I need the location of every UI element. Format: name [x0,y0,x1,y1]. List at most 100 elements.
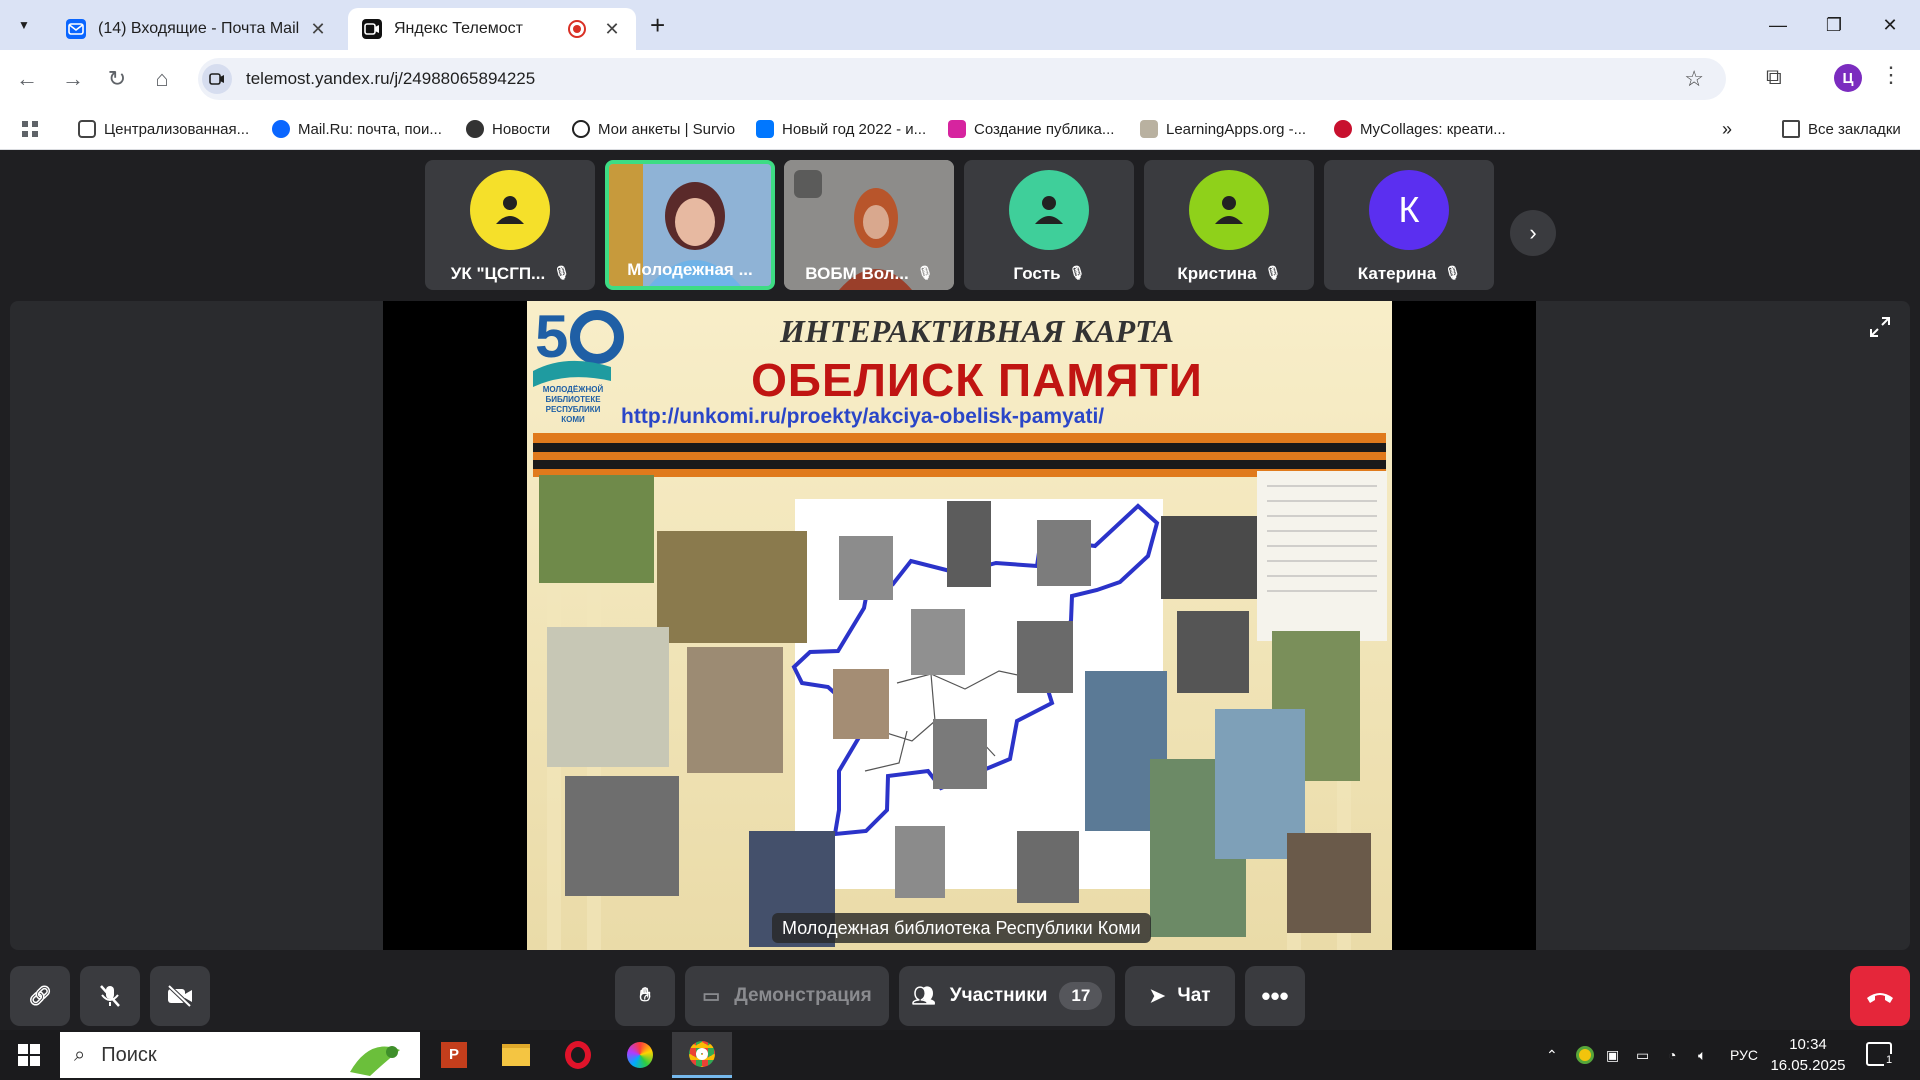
bookmark-item[interactable]: Централизованная... [78,116,249,142]
participant-tile[interactable]: ВОБМ Вол... 🎙︎ [784,160,954,290]
back-arrow-icon[interactable]: ← [10,62,44,96]
bookmarks-bar: Централизованная... Mail.Ru: почта, пои.… [0,108,1920,150]
bookmark-item[interactable]: Создание публика... [948,116,1114,142]
forward-arrow-icon[interactable]: → [56,62,90,96]
camera-off-button[interactable] [150,966,210,1026]
tab-title: Яндекс Телемост [394,20,523,37]
participants-button[interactable]: 👥︎ Участники 17 [899,966,1115,1026]
home-icon[interactable]: ⌂ [145,62,179,96]
taskbar-clock[interactable]: 10:34 16.05.2025 [1768,1034,1848,1076]
mic-off-button[interactable] [80,966,140,1026]
more-bookmarks-icon[interactable]: » [1722,116,1732,142]
chrome-icon[interactable] [672,1032,732,1078]
bookmark-item[interactable]: Новости [466,116,550,142]
new-tab-plus-icon[interactable]: + [650,10,665,41]
slide-title-main: ОБЕЛИСК ПАМЯТИ [751,354,1203,406]
browser-menu-icon[interactable]: ⋮ [1880,62,1902,88]
hangup-button[interactable] [1850,966,1910,1026]
participants-count: 17 [1059,982,1103,1010]
participant-name: ВОБМ Вол... [805,264,909,283]
participant-name: Гость [1013,264,1061,283]
bookmark-item[interactable]: MyCollages: креати... [1334,116,1506,142]
close-tab-icon[interactable]: ✕ [602,19,622,40]
windows-start-icon[interactable] [18,1044,40,1066]
screen-share-icon: ▭ [702,985,721,1007]
bookmark-item[interactable]: Новый год 2022 - и... [756,116,926,142]
logo-caption: МОЛОДЁЖНОЙ БИБЛИОТЕКЕ РЕСПУБЛИКИ КОМИ [542,385,604,424]
slide-title-top: ИНТЕРАКТИВНАЯ КАРТА [780,313,1174,349]
phone-hangup-icon [1867,993,1893,1003]
minimize-icon[interactable]: — [1750,0,1806,50]
language-indicator[interactable]: РУС [1730,1030,1758,1080]
browser-toolbar: ← → ↻ ⌂ telemost.yandex.ru/j/24988065894… [0,50,1920,108]
extensions-puzzle-icon[interactable]: ⧉ [1766,64,1782,90]
participant-tile[interactable]: Кристина 🎙︎ [1144,160,1314,290]
bookmark-item[interactable]: LearningApps.org -... [1140,116,1306,142]
address-bar[interactable]: telemost.yandex.ru/j/24988065894225 ☆ [198,58,1726,100]
chevron-right-icon[interactable]: › [1510,210,1556,256]
link-icon[interactable]: 🔗︎ [10,966,70,1026]
book-icon [78,120,96,138]
apps-grid-icon[interactable] [20,116,40,142]
folder-icon [1782,120,1800,138]
close-window-icon[interactable]: ✕ [1862,0,1918,50]
all-bookmarks[interactable]: Все закладки [1782,116,1901,142]
screen-share-area: 5 МОЛОДЁЖНОЙ БИБЛИОТЕКЕ РЕСПУБЛИКИ КОМИ … [10,301,1910,950]
tab-telemost[interactable]: Яндекс Телемост ✕ [348,8,636,50]
clock-date: 16.05.2025 [1770,1057,1846,1074]
instagram-icon [948,120,966,138]
demo-button[interactable]: ▭ Демонстрация [685,966,889,1026]
raise-hand-button[interactable]: ✋︎ [615,966,675,1026]
volume-icon[interactable]: 🔈︎ [1698,1030,1706,1080]
file-explorer-icon[interactable] [486,1032,546,1078]
tab-title: (14) Входящие - Почта Mail [98,20,300,37]
reload-icon[interactable]: ↻ [100,62,134,96]
close-tab-icon[interactable]: ✕ [308,19,328,40]
chat-send-icon: ➤ [1149,985,1166,1007]
mic-off-icon: 🎙︎ [1068,265,1086,280]
participant-tile[interactable]: Молодежная ... [605,160,775,290]
presentation-slide: 5 МОЛОДЁЖНОЙ БИБЛИОТЕКЕ РЕСПУБЛИКИ КОМИ … [527,301,1392,950]
bookmark-star-icon[interactable]: ☆ [1684,66,1704,92]
colorful-app-icon[interactable] [610,1032,670,1078]
chat-button[interactable]: ➤ Чат [1125,966,1235,1026]
site-info-icon[interactable] [202,64,232,94]
browser-tab-strip: ▼ (14) Входящие - Почта Mail ✕ Яндекс Те… [0,0,1920,50]
clock-time: 10:34 [1789,1036,1827,1053]
call-controls: 🔗︎ ✋︎ ▭ Демонстрация 👥︎ Участники 17 ➤ Ч… [0,958,1920,1030]
tray-chevron-up-icon[interactable]: ⌃ [1546,1030,1558,1080]
mycollages-icon [1334,120,1352,138]
bookmark-item[interactable]: Мои анкеты | Survio [572,116,735,142]
profile-avatar[interactable]: Ц [1834,64,1862,92]
powerpoint-icon[interactable]: P [424,1032,484,1078]
notifications-count: 1 [1884,1054,1895,1066]
screen-share-caption: Молодежная библиотека Республики Коми [772,913,1151,943]
recording-icon [568,20,586,38]
more-options-icon[interactable]: ••• [1245,966,1305,1026]
telemost-icon [362,19,382,39]
bookmark-item[interactable]: Mail.Ru: почта, пои... [272,116,442,142]
user-silhouette-icon [470,170,550,250]
mic-off-icon [100,985,120,1007]
tab-search-chevron-icon[interactable]: ▼ [10,11,38,39]
survio-icon [572,120,590,138]
fullscreen-expand-icon[interactable] [1868,315,1892,345]
tray-app-icon[interactable] [1576,1030,1594,1080]
participant-name: УК "ЦСГП... [450,264,546,283]
tab-mail[interactable]: (14) Входящие - Почта Mail ✕ [52,8,342,50]
participant-tile[interactable]: УК "ЦСГП... 🎙︎ [425,160,595,290]
taskbar-search[interactable]: ⌕ Поиск [60,1032,420,1078]
user-silhouette-icon [1009,170,1089,250]
signal-bars-icon [794,170,822,198]
wifi-icon[interactable]: ◔ [1668,1030,1676,1080]
opera-icon[interactable] [548,1032,608,1078]
restore-icon[interactable]: ❐ [1806,0,1862,50]
camera-off-icon [167,984,192,1008]
participant-tile[interactable]: К Катерина 🎙︎ [1324,160,1494,290]
user-silhouette-icon [1189,170,1269,250]
tray-device-icon[interactable]: ▣ [1606,1030,1619,1080]
learningapps-icon [1140,120,1158,138]
battery-icon[interactable]: ▭ [1636,1030,1649,1080]
mic-off-icon: 🎙︎ [1444,265,1461,280]
participant-tile[interactable]: Гость 🎙︎ [964,160,1134,290]
